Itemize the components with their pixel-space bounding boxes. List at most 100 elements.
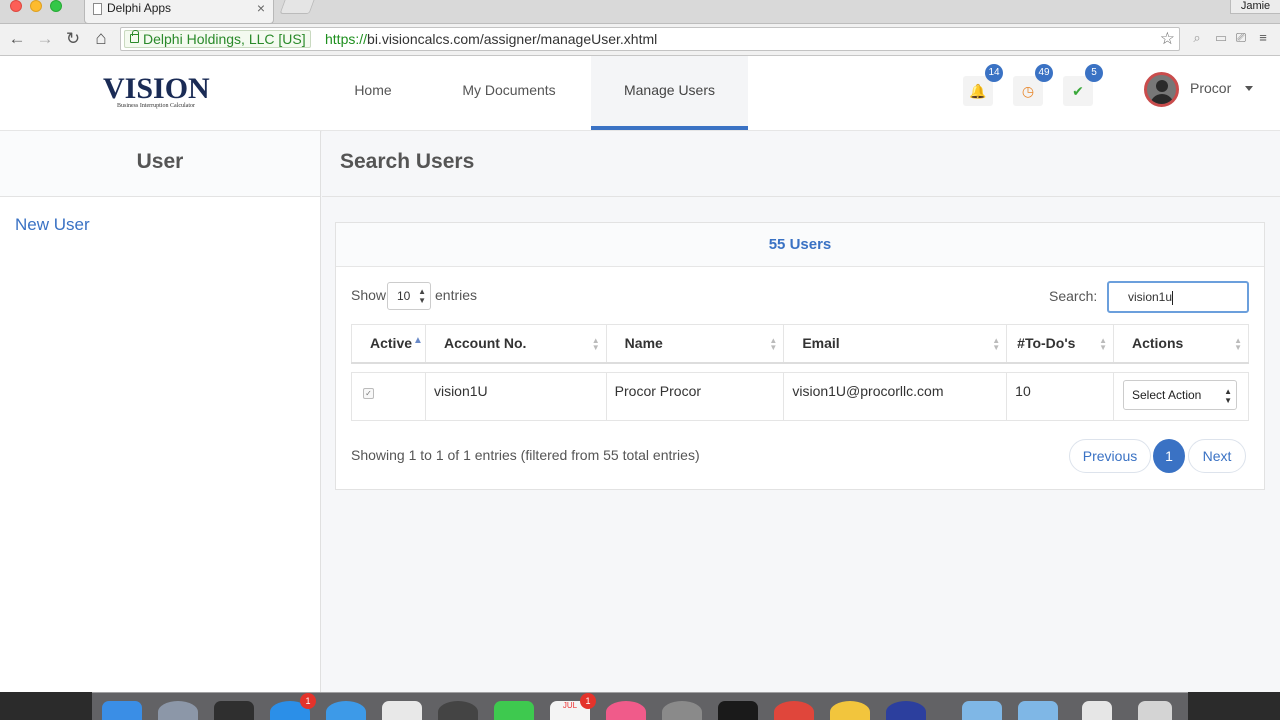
column-label: Actions [1131, 335, 1184, 352]
ev-label: Delphi Holdings, LLC [US] [143, 31, 306, 47]
column-header-todos[interactable]: #To-Do's ▲ ▼ [1006, 324, 1114, 364]
cast-icon[interactable]: ⎚ [1232, 30, 1250, 46]
document-stack-icon[interactable] [1082, 701, 1112, 720]
cell-todos: 10 [1006, 372, 1114, 421]
nav-my-documents[interactable]: My Documents [446, 56, 572, 130]
avatar-body [1150, 94, 1174, 104]
cell-actions: Select Action ▲ ▼ [1112, 372, 1250, 421]
apps-grid-icon[interactable] [382, 701, 422, 720]
chevron-down-icon[interactable] [1245, 86, 1253, 91]
terminal-icon[interactable] [718, 701, 758, 720]
completed-button[interactable]: ✔ 5 [1063, 64, 1103, 106]
cell-name: Procor Procor [605, 372, 785, 421]
users-panel: 55 Users Show 10 ▲ ▼ entries Search: visi… [335, 222, 1265, 490]
browser-toolbar: ← → ↻ ⌂ Delphi Holdings, LLC [US] https:… [0, 24, 1280, 56]
clock-icon: ◷ [1021, 83, 1035, 99]
photos-icon[interactable] [830, 701, 870, 720]
app-icon[interactable] [886, 701, 926, 720]
column-label: Active [370, 335, 413, 352]
bell-icon: 🔔 [969, 83, 987, 99]
table-spacer [352, 363, 1249, 373]
app-header: VISION Business Interruption Calculator … [0, 56, 1280, 131]
minimize-window-button[interactable] [30, 0, 42, 12]
browser-tab[interactable]: Delphi Apps × [84, 0, 274, 24]
avatar[interactable] [1144, 72, 1179, 107]
column-header-email[interactable]: Email ▲ ▼ [783, 324, 1008, 364]
cell-email: vision1U@procorllc.com [783, 372, 1008, 421]
dock-shelf: 1 JUL 1 [92, 692, 1188, 720]
column-header-active[interactable]: Active ▲ [351, 324, 426, 364]
active-checkbox[interactable]: ✓ [363, 388, 374, 399]
facetime-icon[interactable] [494, 701, 534, 720]
logo-text: VISION [103, 72, 210, 105]
vision-logo[interactable]: VISION Business Interruption Calculator [103, 72, 210, 114]
text-cursor [1172, 290, 1174, 305]
close-window-button[interactable] [10, 0, 22, 12]
select-arrows-icon: ▲ ▼ [418, 287, 426, 305]
column-header-account[interactable]: Account No. ▲ ▼ [424, 324, 607, 364]
search-input[interactable]: vision1u [1107, 281, 1249, 313]
search-label: Search: [1049, 288, 1098, 304]
reload-icon[interactable]: ↻ [62, 28, 84, 50]
itunes-icon[interactable] [606, 701, 646, 720]
chrome-icon[interactable] [774, 701, 814, 720]
logo-subtitle: Business Interruption Calculator [117, 103, 195, 109]
sidebar-title: User [0, 131, 320, 197]
pagination: Previous 1 Next [1069, 439, 1247, 473]
user-name[interactable]: Procor [1190, 80, 1231, 96]
system-preferences-icon[interactable] [662, 701, 702, 720]
nav-home[interactable]: Home [340, 56, 406, 130]
pending-count-badge: 49 [1035, 64, 1053, 82]
notification-count-badge: 14 [985, 64, 1003, 82]
next-page-button[interactable]: Next [1188, 439, 1246, 473]
calendar-month: JUL [562, 701, 578, 710]
back-icon[interactable]: ← [6, 28, 28, 50]
pending-button[interactable]: ◷ 49 [1013, 64, 1053, 106]
select-action-dropdown[interactable]: Select Action ▲ ▼ [1122, 380, 1237, 410]
column-label: Account No. [443, 335, 527, 352]
ev-certificate-badge[interactable]: Delphi Holdings, LLC [US] [124, 30, 311, 48]
page-size-select[interactable]: 10 ▲ ▼ [387, 282, 431, 310]
tab-close-icon[interactable]: × [257, 0, 265, 16]
avatar-head [1156, 80, 1168, 92]
column-header-name[interactable]: Name ▲ ▼ [605, 324, 785, 364]
new-tab-button[interactable] [279, 0, 315, 14]
column-label: #To-Do's [1017, 335, 1076, 352]
column-label: Name [624, 335, 663, 352]
forward-icon[interactable]: → [34, 28, 56, 50]
table-header-row: Active ▲ Account No. ▲ ▼ Name ▲ ▼ Email ▲ ▼ #To… [351, 324, 1250, 364]
table-row[interactable]: ✓ vision1U Procor Procor vision1U@procor… [351, 372, 1250, 421]
previous-page-button[interactable]: Previous [1069, 439, 1151, 473]
maximize-window-button[interactable] [50, 0, 62, 12]
launchpad-icon[interactable] [158, 701, 198, 720]
bookmark-star-icon[interactable]: ☆ [1160, 29, 1175, 49]
activity-monitor-icon[interactable] [214, 701, 254, 720]
main-header: Search Users [322, 131, 1280, 197]
new-user-link[interactable]: New User [15, 215, 90, 235]
extension-icon[interactable]: ▭ [1212, 30, 1230, 46]
calendar-badge: 1 [580, 693, 596, 709]
clock-app-icon[interactable] [438, 701, 478, 720]
menu-icon[interactable]: ≡ [1254, 30, 1272, 46]
safari-icon[interactable] [326, 701, 366, 720]
home-icon[interactable]: ⌂ [90, 28, 112, 50]
address-bar[interactable]: Delphi Holdings, LLC [US] https://bi.vis… [120, 27, 1180, 51]
panel-title: 55 Users [336, 223, 1264, 267]
calendar-icon[interactable]: JUL 1 [550, 693, 596, 720]
trash-icon[interactable] [1138, 701, 1172, 720]
notifications-button[interactable]: 🔔 14 [963, 64, 1003, 106]
profile-button[interactable]: Jamie [1230, 0, 1280, 14]
downloads-folder-icon[interactable] [1018, 701, 1058, 720]
document-icon [93, 3, 102, 15]
extension-search-icon[interactable]: ⌕ [1188, 30, 1206, 46]
cell-active: ✓ [351, 372, 426, 421]
sort-icon: ▲ ▼ [992, 336, 1001, 352]
finder-icon[interactable] [102, 701, 142, 720]
nav-manage-users[interactable]: Manage Users [591, 56, 748, 130]
browser-tab-bar: Delphi Apps × Jamie [0, 0, 1280, 24]
sort-icon: ▲ ▼ [1099, 336, 1107, 352]
column-header-actions[interactable]: Actions ▲ ▼ [1112, 324, 1250, 364]
page-1-button[interactable]: 1 [1153, 439, 1185, 473]
folder-icon[interactable] [962, 701, 1002, 720]
app-store-icon[interactable]: 1 [270, 693, 316, 720]
